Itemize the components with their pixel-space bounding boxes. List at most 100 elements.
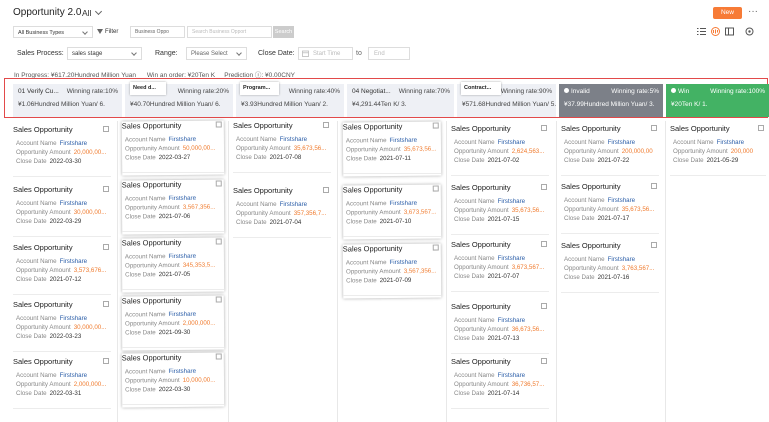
card-opportunity-amount-row: Opportunity Amount 2,624,563... [454, 148, 544, 155]
edit-icon[interactable] [103, 358, 109, 364]
stage-name: Invalid [564, 88, 590, 95]
edit-icon[interactable] [651, 125, 657, 131]
edit-icon[interactable] [541, 241, 547, 247]
stage-contract[interactable]: Winning rate:90% ¥571.68Hundred Million … [457, 82, 556, 117]
sales-process-select[interactable]: sales stage [67, 47, 142, 60]
edit-icon[interactable] [215, 121, 222, 128]
card-close-date: 2021-07-06 [158, 212, 191, 221]
win-icon [671, 88, 676, 93]
opportunity-card[interactable]: Sales Opportunity Account Name Firstshare O… [121, 179, 225, 235]
more-menu-button[interactable]: ··· [748, 6, 758, 17]
opportunity-card[interactable]: Sales Opportunity Account Name Firstshare O… [342, 121, 442, 177]
opportunity-card[interactable]: Sales Opportunity Account Name Firstshare O… [233, 121, 331, 175]
edit-icon[interactable] [432, 244, 439, 251]
edit-icon[interactable] [758, 125, 764, 131]
edit-icon[interactable] [541, 358, 547, 364]
stage-drag-chip[interactable]: Program... [240, 82, 279, 95]
card-title: Sales Opportunity [233, 186, 293, 195]
card-close-date: 2021-07-04 [269, 219, 302, 226]
card-opportunity-amount-label: Opportunity Amount [345, 208, 401, 217]
opportunity-card[interactable]: Sales Opportunity Account Name Firstshare O… [342, 184, 442, 240]
card-close-date-row: Close Date 2021-07-07 [454, 273, 519, 280]
card-title: Sales Opportunity [342, 184, 403, 195]
edit-icon[interactable] [432, 185, 439, 192]
filter-button[interactable]: Filter [97, 26, 125, 38]
edit-icon[interactable] [323, 187, 329, 193]
stage-drag-chip[interactable]: Contract... [461, 82, 501, 95]
edit-icon[interactable] [541, 125, 547, 131]
card-account-name: Firstshare [607, 139, 636, 146]
opportunity-card[interactable]: Sales Opportunity Account Name Firstshare O… [451, 240, 549, 294]
kanban-view-icon[interactable] [711, 27, 720, 36]
card-opportunity-amount-label: Opportunity Amount [16, 324, 71, 331]
card-divider [13, 236, 111, 237]
business-types-select[interactable]: All Business Types [13, 26, 93, 38]
opportunity-card[interactable]: Sales Opportunity Account Name Firstshare O… [451, 357, 549, 411]
edit-icon[interactable] [103, 244, 109, 250]
search-button[interactable]: Search [273, 26, 294, 38]
stage-program[interactable]: Winning rate:40% ¥3.93Hundred Million Yu… [236, 82, 344, 117]
opportunity-card[interactable]: Sales Opportunity Account Name Firstshare O… [13, 125, 111, 179]
split-view-icon[interactable] [725, 27, 734, 36]
edit-icon[interactable] [215, 353, 222, 360]
card-account-name: Firstshare [59, 258, 88, 265]
stage-drag-chip[interactable]: Need d... [130, 82, 166, 95]
edit-icon[interactable] [103, 301, 109, 307]
edit-icon[interactable] [215, 238, 222, 245]
opportunity-card[interactable]: Sales Opportunity Account Name Firstshare O… [451, 124, 549, 178]
card-divider [343, 173, 441, 174]
card-opportunity-amount-label: Opportunity Amount [124, 203, 180, 212]
card-close-date-row: Close Date 2021-07-08 [236, 154, 301, 161]
opportunity-card[interactable]: Sales Opportunity Account Name Firstshare O… [342, 243, 442, 299]
opportunity-card[interactable]: Sales Opportunity Account Name Firstshare O… [121, 237, 225, 293]
card-account-name: Firstshare [497, 139, 526, 146]
opportunity-card[interactable]: Sales Opportunity Account Name Firstshare O… [121, 352, 225, 408]
opportunity-card[interactable]: Sales Opportunity Account Name Firstshare O… [13, 243, 111, 297]
card-title: Sales Opportunity [13, 300, 73, 309]
edit-icon[interactable] [432, 122, 439, 129]
list-view-icon[interactable] [697, 27, 706, 36]
range-select[interactable]: Please Select [186, 47, 247, 60]
opportunity-card[interactable]: Sales Opportunity Account Name Firstshare O… [121, 120, 225, 176]
scope-dropdown[interactable]: All [82, 7, 103, 18]
edit-icon[interactable] [541, 184, 547, 190]
card-opportunity-amount: 3,673,567... [511, 264, 545, 271]
stage-invalid[interactable]: Invalid Winning rate:5% ¥37.99Hundred Mil… [559, 84, 663, 117]
stage-win[interactable]: Win Winning rate:100% ¥20Ten K/ 1. [666, 84, 769, 117]
opportunity-card[interactable]: Sales Opportunity Account Name Firstshare O… [451, 302, 549, 356]
search-type-select[interactable]: Business Oppo [130, 26, 185, 38]
opportunity-card[interactable]: Sales Opportunity Account Name Firstshare O… [13, 300, 111, 354]
new-button[interactable]: New [713, 7, 742, 19]
stage-negotiate[interactable]: 04 Negotiat... Winning rate:70% ¥4,291.44… [347, 84, 454, 117]
card-close-date-label: Close Date [125, 329, 156, 337]
settings-icon[interactable] [745, 27, 754, 36]
opportunity-card[interactable]: Sales Opportunity Account Name Firstshare O… [561, 182, 659, 236]
edit-icon[interactable] [103, 126, 109, 132]
search-input[interactable]: Search Business Opport [187, 26, 272, 38]
stage-verify[interactable]: 01 Verify Cu... Winning rate:10% ¥1.06Hun… [13, 84, 122, 117]
edit-icon[interactable] [215, 296, 222, 303]
edit-icon[interactable] [323, 122, 329, 128]
card-close-date-label: Close Date [125, 386, 156, 394]
card-title: Sales Opportunity [451, 124, 511, 133]
opportunity-card[interactable]: Sales Opportunity Account Name Firstshare O… [233, 186, 331, 240]
edit-icon[interactable] [651, 242, 657, 248]
stage-need[interactable]: Winning rate:20% ¥40.70Hundred Million Y… [125, 82, 233, 117]
opportunity-card[interactable]: Sales Opportunity Account Name Firstshare O… [13, 185, 111, 239]
edit-icon[interactable] [541, 303, 547, 309]
card-divider [561, 175, 659, 176]
business-types-label: All Business Types [18, 30, 65, 36]
opportunity-card[interactable]: Sales Opportunity Account Name Firstshare O… [121, 295, 225, 351]
opportunity-card[interactable]: Sales Opportunity Account Name Firstshare O… [561, 124, 659, 178]
opportunity-card[interactable]: Sales Opportunity Account Name Firstshare O… [561, 241, 659, 295]
end-date-input[interactable]: End [368, 47, 410, 60]
edit-icon[interactable] [103, 186, 109, 192]
opportunity-card[interactable]: Sales Opportunity Account Name Firstshare O… [670, 124, 766, 178]
opportunity-card[interactable]: Sales Opportunity Account Name Firstshare O… [13, 357, 111, 411]
card-account-name: Firstshare [59, 315, 88, 322]
card-account-name-label: Account Name [124, 136, 166, 144]
edit-icon[interactable] [215, 180, 222, 187]
edit-icon[interactable] [651, 183, 657, 189]
stage-amount: ¥20Ten K/ 1. [671, 101, 708, 108]
opportunity-card[interactable]: Sales Opportunity Account Name Firstshare O… [451, 183, 549, 237]
